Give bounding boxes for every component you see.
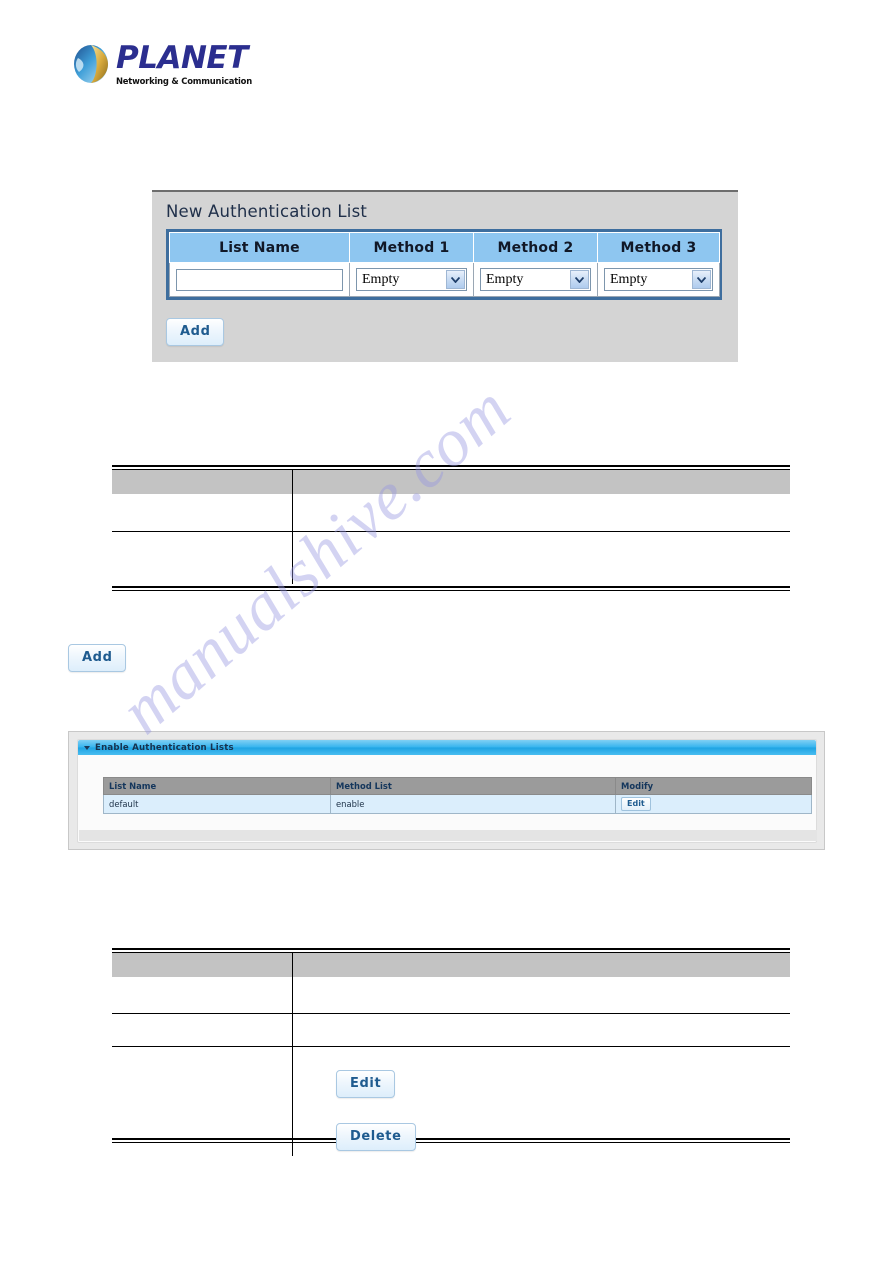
cell-method-1: Empty (349, 262, 474, 297)
edit-button-description[interactable]: Edit (336, 1070, 396, 1098)
table-header-row (112, 953, 790, 977)
col-header-method-3: Method 3 (597, 232, 720, 263)
enable-panel-title: Enable Authentication Lists (95, 742, 234, 753)
delete-button-description[interactable]: Delete (336, 1123, 416, 1151)
table-header-row (112, 470, 790, 494)
col-header-list-name: List Name (103, 777, 331, 795)
table-header-row: List Name Method 1 Method 2 Method 3 (169, 232, 720, 263)
table-row: default enable Edit (103, 794, 812, 814)
table-row (112, 977, 790, 1014)
col-header-object (112, 953, 293, 977)
new-authentication-list-panel: New Authentication List List Name Method… (152, 190, 738, 362)
panel-title: New Authentication List (166, 202, 368, 221)
col-header-object (112, 470, 293, 494)
desc-table-2-top-rule-2 (112, 952, 790, 953)
cell-method-list: enable (330, 794, 616, 814)
table-header-row: List Name Method List Modify (103, 777, 812, 795)
desc-table-2-bottom-rule (112, 1138, 790, 1140)
cell-list-name (169, 262, 350, 297)
cell-object (112, 494, 293, 532)
chevron-down-icon[interactable] (570, 270, 589, 289)
new-auth-table-frame: List Name Method 1 Method 2 Method 3 Emp… (166, 229, 722, 300)
new-auth-table: List Name Method 1 Method 2 Method 3 Emp… (169, 232, 720, 297)
cell-method-2: Empty (473, 262, 598, 297)
parameter-description-table-1 (112, 470, 790, 584)
col-header-method-list: Method List (330, 777, 616, 795)
desc-table-2-bottom-rule-2 (112, 1142, 790, 1143)
desc-table-2-top-rule (112, 948, 790, 950)
brand-name: PLANET (116, 40, 248, 76)
chevron-down-icon[interactable] (446, 270, 465, 289)
planet-wordmark: PLANET Networking & Communication (116, 40, 291, 87)
table-row (112, 531, 790, 584)
method-1-select[interactable]: Empty (356, 268, 467, 291)
desc-table-1-top-rule-2 (112, 469, 790, 470)
add-button[interactable]: Add (166, 318, 225, 346)
cell-description (292, 977, 790, 1014)
parameter-description-table-2 (112, 953, 790, 1156)
col-header-modify: Modify (615, 777, 812, 795)
table-row: Empty Empty Empty (169, 262, 720, 297)
brand-tagline: Networking & Communication (116, 76, 253, 86)
planet-logo: PLANET Networking & Communication (72, 40, 292, 96)
col-header-method-1: Method 1 (349, 232, 474, 263)
enable-panel-header[interactable]: Enable Authentication Lists (78, 740, 816, 755)
col-header-description (292, 470, 790, 494)
enable-panel-inner: Enable Authentication Lists List Name Me… (77, 739, 817, 843)
chevron-down-icon[interactable] (692, 270, 711, 289)
edit-button[interactable]: Edit (621, 797, 651, 811)
table-row (112, 494, 790, 532)
enable-panel-footer (79, 830, 817, 841)
desc-table-1-bottom-rule (112, 586, 790, 588)
cell-object (112, 977, 293, 1014)
cell-object (112, 531, 293, 584)
desc-table-1-top-rule (112, 465, 790, 467)
table-row (112, 1013, 790, 1047)
cell-description (292, 531, 790, 584)
method-2-select[interactable]: Empty (480, 268, 591, 291)
list-name-input[interactable] (176, 268, 343, 291)
planet-globe-icon (72, 44, 110, 84)
desc-table-1-bottom-rule-2 (112, 590, 790, 591)
cell-list-name: default (103, 794, 331, 814)
cell-modify: Edit (615, 794, 812, 814)
cell-method-3: Empty (597, 262, 720, 297)
col-header-description (292, 953, 790, 977)
method-3-select[interactable]: Empty (604, 268, 713, 291)
caret-down-icon[interactable] (84, 745, 90, 750)
enable-authentication-lists-table: List Name Method List Modify default ena… (103, 777, 812, 814)
add-button-standalone[interactable]: Add (68, 644, 127, 672)
col-header-method-2: Method 2 (473, 232, 598, 263)
col-header-list-name: List Name (169, 232, 350, 263)
cell-description (292, 494, 790, 532)
cell-object (112, 1013, 293, 1047)
cell-description (292, 1013, 790, 1047)
enable-authentication-lists-panel: Enable Authentication Lists List Name Me… (68, 731, 825, 850)
